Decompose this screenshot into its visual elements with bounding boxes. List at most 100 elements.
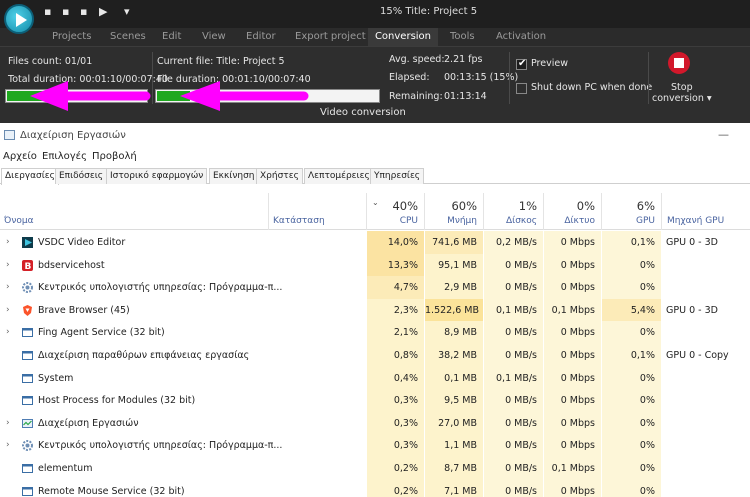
column-status[interactable]: Κατάσταση: [268, 193, 366, 230]
stop-conversion-dropdown[interactable]: conversion ▾: [652, 93, 712, 104]
open-project-icon[interactable]: ▪: [62, 6, 69, 18]
preview-checkbox[interactable]: ✔: [516, 58, 527, 70]
brave-icon: [22, 304, 33, 316]
cpu-cell: 13,3%: [366, 253, 424, 277]
new-project-icon[interactable]: ▪: [44, 6, 51, 18]
gpu-cell: 0%: [601, 457, 661, 480]
vsdc-title-bar: [0, 0, 750, 28]
menu-options[interactable]: Επιλογές: [42, 151, 87, 162]
gpu-cell: 0%: [601, 411, 661, 435]
network-cell: 0 Mbps: [543, 231, 601, 254]
elapsed-value: 00:13:15 (15%): [444, 72, 519, 83]
disk-cell: 0,1 MB/s: [483, 366, 543, 390]
table-row[interactable]: System 0,4% 0,1 MB 0,1 MB/s 0 Mbps 0%: [0, 366, 750, 390]
column-network[interactable]: 0% Δίκτυο: [543, 193, 601, 230]
table-row[interactable]: › Κεντρικός υπολογιστής υπηρεσίας: Πρόγρα…: [0, 434, 750, 458]
tab-performance[interactable]: Επιδόσεις: [55, 168, 108, 184]
window-icon: [22, 395, 33, 406]
table-row[interactable]: › Brave Browser (45) 2,3% 1.522,6 MB 0,1 MB/…: [0, 298, 750, 322]
network-total: 0%: [576, 199, 595, 213]
cpu-cell: 0,2%: [366, 479, 424, 497]
column-gpu[interactable]: 6% GPU: [601, 193, 661, 230]
disk-cell: 0 MB/s: [483, 253, 543, 277]
quick-access-dropdown-icon[interactable]: ▾: [124, 6, 130, 18]
remaining-value: 01:13:14: [444, 91, 487, 102]
expand-chevron-icon[interactable]: ›: [6, 412, 10, 435]
tab-projects[interactable]: Projects: [52, 28, 91, 46]
network-cell: 0 Mbps: [543, 366, 601, 390]
stop-conversion-label[interactable]: Stop: [671, 82, 693, 93]
memory-cell: 7,1 MB: [424, 479, 483, 497]
column-disk[interactable]: 1% Δίσκος: [483, 193, 543, 230]
tab-activation[interactable]: Activation: [496, 28, 546, 46]
menu-file[interactable]: Αρχείο: [3, 151, 37, 162]
disk-cell: 0 MB/s: [483, 344, 543, 367]
process-name: Brave Browser (45): [38, 304, 130, 316]
panel-separator: [509, 52, 510, 104]
taskmgr-icon: [22, 418, 33, 429]
network-cell: 0 Mbps: [543, 276, 601, 300]
expand-chevron-icon[interactable]: ›: [6, 231, 10, 254]
tab-editor[interactable]: Editor: [246, 28, 276, 46]
preview-label: Preview: [531, 58, 568, 69]
taskmanager-icon: [4, 130, 15, 140]
play-icon[interactable]: ▶: [99, 6, 107, 18]
stop-conversion-icon[interactable]: [668, 52, 690, 74]
ribbon-tabs: Projects Scenes Edit View Editor Export …: [0, 28, 750, 46]
expand-chevron-icon[interactable]: ›: [6, 434, 10, 457]
window-icon: [22, 350, 33, 361]
process-name: Κεντρικός υπολογιστής υπηρεσίας: Πρόγραμ…: [38, 440, 283, 452]
memory-total: 60%: [451, 199, 477, 213]
column-name[interactable]: Όνομα: [0, 193, 268, 230]
process-name: System: [38, 372, 74, 384]
table-row[interactable]: › Fing Agent Service (32 bit) 2,1% 8,9 MB 0 …: [0, 321, 750, 345]
table-row[interactable]: Διαχείριση παραθύρων επιφάνειας εργασίας…: [0, 344, 750, 367]
memory-cell: 1.522,6 MB: [424, 298, 483, 322]
vsdc-icon: [22, 237, 33, 248]
expand-chevron-icon[interactable]: ›: [6, 321, 10, 344]
tab-edit[interactable]: Edit: [162, 28, 181, 46]
network-cell: 0,1 Mbps: [543, 457, 601, 480]
menu-view[interactable]: Προβολή: [92, 151, 137, 162]
network-cell: 0 Mbps: [543, 411, 601, 435]
expand-chevron-icon[interactable]: ›: [6, 276, 10, 299]
tab-details[interactable]: Λεπτομέρειες: [304, 168, 374, 184]
column-gpu-engine[interactable]: Μηχανή GPU: [661, 193, 750, 230]
tab-conversion[interactable]: Conversion: [368, 28, 438, 46]
tab-view[interactable]: View: [202, 28, 226, 46]
table-row[interactable]: › VSDC Video Editor 14,0% 741,6 MB 0,2 MB/s 0…: [0, 231, 750, 254]
tab-users[interactable]: Χρήστες: [256, 168, 303, 184]
memory-cell: 741,6 MB: [424, 231, 483, 254]
gpu-cell: 0%: [601, 366, 661, 390]
memory-cell: 8,7 MB: [424, 457, 483, 480]
current-file: Current file: Title: Project 5: [157, 56, 285, 67]
video-conversion-caption: Video conversion: [320, 107, 406, 118]
column-memory[interactable]: 60% Μνήμη: [424, 193, 483, 230]
table-row[interactable]: elementum 0,2% 8,7 MB 0 MB/s 0,1 Mbps 0%: [0, 457, 750, 480]
tab-services[interactable]: Υπηρεσίες: [370, 168, 425, 184]
tab-processes[interactable]: Διεργασίες: [1, 168, 59, 185]
window-icon: [22, 327, 33, 338]
table-row[interactable]: › Κεντρικός υπολογιστής υπηρεσίας: Πρόγρα…: [0, 276, 750, 300]
save-project-icon[interactable]: ▪: [80, 6, 87, 18]
disk-total: 1%: [518, 199, 537, 213]
tab-app-history[interactable]: Ιστορικό εφαρμογών: [106, 168, 208, 184]
tab-export-project[interactable]: Export project: [295, 28, 366, 46]
shutdown-checkbox[interactable]: [516, 83, 527, 94]
tab-startup[interactable]: Εκκίνηση: [209, 168, 259, 184]
minimize-button[interactable]: —: [718, 128, 729, 141]
disk-cell: 0 MB/s: [483, 411, 543, 435]
table-row[interactable]: Host Process for Modules (32 bit) 0,3% 9,5…: [0, 389, 750, 413]
disk-cell: 0 MB/s: [483, 479, 543, 497]
cpu-cell: 0,3%: [366, 411, 424, 435]
gpu-cell: 0,1%: [601, 231, 661, 254]
tab-tools[interactable]: Tools: [450, 28, 475, 46]
table-row[interactable]: › Διαχείριση Εργασιών 0,3% 27,0 MB 0 MB/s 0 M…: [0, 411, 750, 435]
column-gpu-engine-label: Μηχανή GPU: [667, 216, 725, 226]
gpu-cell: 0%: [601, 276, 661, 300]
tab-scenes[interactable]: Scenes: [110, 28, 146, 46]
table-row[interactable]: Remote Mouse Service (32 bit) 0,2% 7,1 MB 0…: [0, 479, 750, 497]
expand-chevron-icon[interactable]: ›: [6, 299, 10, 322]
table-row[interactable]: › Bbdservicehost 13,3% 95,1 MB 0 MB/s 0 Mbps 0…: [0, 253, 750, 277]
expand-chevron-icon[interactable]: ›: [6, 254, 10, 277]
